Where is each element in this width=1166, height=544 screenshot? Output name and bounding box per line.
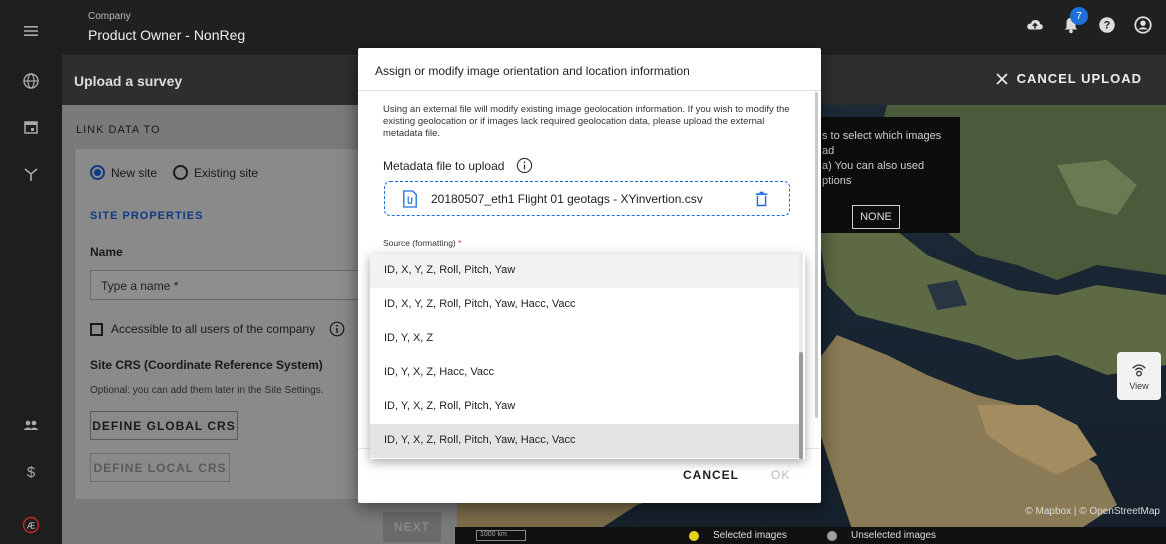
crs-title: Site CRS (Coordinate Reference System)	[90, 358, 323, 372]
globe-icon[interactable]	[0, 61, 62, 101]
accessible-row: Accessible to all users of the company	[90, 321, 345, 337]
dollar-icon[interactable]: $	[0, 452, 62, 492]
notification-badge: 7	[1070, 7, 1088, 25]
existing-site-label: Existing site	[194, 165, 259, 180]
dropdown-option[interactable]: ID, Y, X, Z, Roll, Pitch, Yaw	[370, 390, 800, 424]
dialog-scrollbar[interactable]	[815, 92, 818, 418]
name-label: Name	[90, 245, 123, 259]
file-attachment-icon	[403, 190, 417, 208]
accessible-checkbox[interactable]	[90, 322, 103, 336]
uploaded-file-box: 20180507_eth1 Flight 01 geotags - XYinve…	[384, 181, 790, 216]
metadata-file-label: Metadata file to upload	[383, 158, 505, 173]
info-icon[interactable]	[329, 321, 345, 337]
info-icon[interactable]	[516, 157, 533, 174]
dropdown-option[interactable]: ID, X, Y, Z, Roll, Pitch, Yaw, Hacc, Vac…	[370, 288, 800, 322]
delete-trash-icon[interactable]	[755, 191, 768, 207]
view-toggle-button[interactable]: View	[1117, 352, 1161, 400]
existing-site-radio[interactable]	[173, 165, 189, 180]
page-title: Upload a survey	[74, 73, 183, 89]
selected-dot	[689, 530, 699, 541]
svg-text:Æ: Æ	[27, 521, 36, 531]
close-icon	[995, 72, 1008, 85]
metadata-file-row: Metadata file to upload	[383, 157, 533, 174]
help-icon[interactable]: ?	[1096, 14, 1118, 36]
legend-selected: Selected images	[689, 530, 787, 541]
next-button[interactable]: NEXT	[383, 512, 441, 542]
map-attribution[interactable]: © Mapbox | © OpenStreetMap	[1025, 506, 1160, 517]
required-mark: *	[458, 238, 462, 248]
source-format-dropdown[interactable]: ID, X, Y, Z, Roll, Pitch, Yaw ID, X, Y, …	[370, 254, 805, 459]
map-legend: Selected images Unselected images	[455, 527, 1166, 544]
notifications-bell-icon[interactable]: 7	[1060, 7, 1088, 36]
cancel-upload-button[interactable]: CANCEL UPLOAD	[995, 71, 1142, 86]
legend-selected-label: Selected images	[713, 530, 787, 541]
unselected-dot	[827, 530, 837, 541]
cloud-upload-icon[interactable]	[1024, 14, 1046, 36]
dropdown-option[interactable]: ID, Y, X, Z, Hacc, Vacc	[370, 356, 800, 390]
site-name-input[interactable]: Type a name *	[90, 270, 360, 300]
legend-unselected: Unselected images	[827, 530, 936, 541]
top-icons: 7 ?	[1024, 7, 1154, 36]
dropdown-option[interactable]: ID, Y, X, Z	[370, 322, 800, 356]
dialog-ok-button[interactable]: OK	[771, 468, 790, 482]
dialog-cancel-button[interactable]: CANCEL	[683, 468, 739, 482]
crs-hint: Optional: you can add them later in the …	[90, 385, 324, 396]
hint-line-2: ad	[822, 145, 835, 157]
hint-line-4: ptions	[822, 175, 852, 187]
select-none-button[interactable]: NONE	[852, 205, 900, 229]
dropdown-option-selected[interactable]: ID, Y, X, Z, Roll, Pitch, Yaw, Hacc, Vac…	[370, 424, 800, 458]
company-label: Company	[88, 11, 131, 22]
dropdown-option[interactable]: ID, X, Y, Z, Roll, Pitch, Yaw	[370, 254, 800, 288]
left-rail: $ Æ	[0, 0, 62, 544]
antenna-icon[interactable]	[0, 154, 62, 194]
link-data-heading: LINK DATA TO	[76, 124, 161, 136]
dialog-description: Using an external file will modify exist…	[383, 104, 790, 139]
eye-radar-icon	[1132, 364, 1146, 377]
new-site-label: New site	[111, 165, 158, 180]
cancel-upload-label: CANCEL UPLOAD	[1016, 71, 1142, 86]
users-icon[interactable]	[0, 405, 62, 445]
accessible-label: Accessible to all users of the company	[111, 322, 316, 336]
logo-icon: Æ	[0, 505, 62, 544]
uploaded-file-name: 20180507_eth1 Flight 01 geotags - XYinve…	[431, 192, 703, 206]
hint-line-1: s to select which images	[822, 130, 942, 142]
svg-text:?: ?	[1104, 20, 1111, 32]
svg-text:$: $	[27, 464, 36, 481]
hint-line-3: a) You can also used	[822, 160, 925, 172]
dialog-title: Assign or modify image orientation and l…	[375, 64, 690, 78]
map-scalebar: 1000 km	[476, 530, 526, 541]
new-site-radio[interactable]	[90, 165, 105, 180]
define-local-crs-button[interactable]: DEFINE LOCAL CRS	[90, 453, 230, 482]
view-label: View	[1129, 381, 1149, 391]
define-global-crs-button[interactable]: DEFINE GLOBAL CRS	[90, 411, 238, 440]
menu-icon[interactable]	[0, 11, 62, 51]
legend-unselected-label: Unselected images	[851, 530, 937, 541]
dialog-title-divider	[358, 90, 821, 91]
dropdown-scroll-thumb[interactable]	[799, 352, 803, 459]
account-icon[interactable]	[1132, 14, 1154, 36]
source-formatting-text: Source (formatting)	[383, 238, 456, 248]
company-name[interactable]: Product Owner - NonReg	[88, 27, 245, 43]
site-type-radio-group: New site Existing site	[90, 165, 258, 180]
calendar-icon[interactable]	[0, 107, 62, 147]
site-properties-heading: SITE PROPERTIES	[90, 210, 204, 222]
source-formatting-label: Source (formatting) *	[383, 238, 461, 248]
